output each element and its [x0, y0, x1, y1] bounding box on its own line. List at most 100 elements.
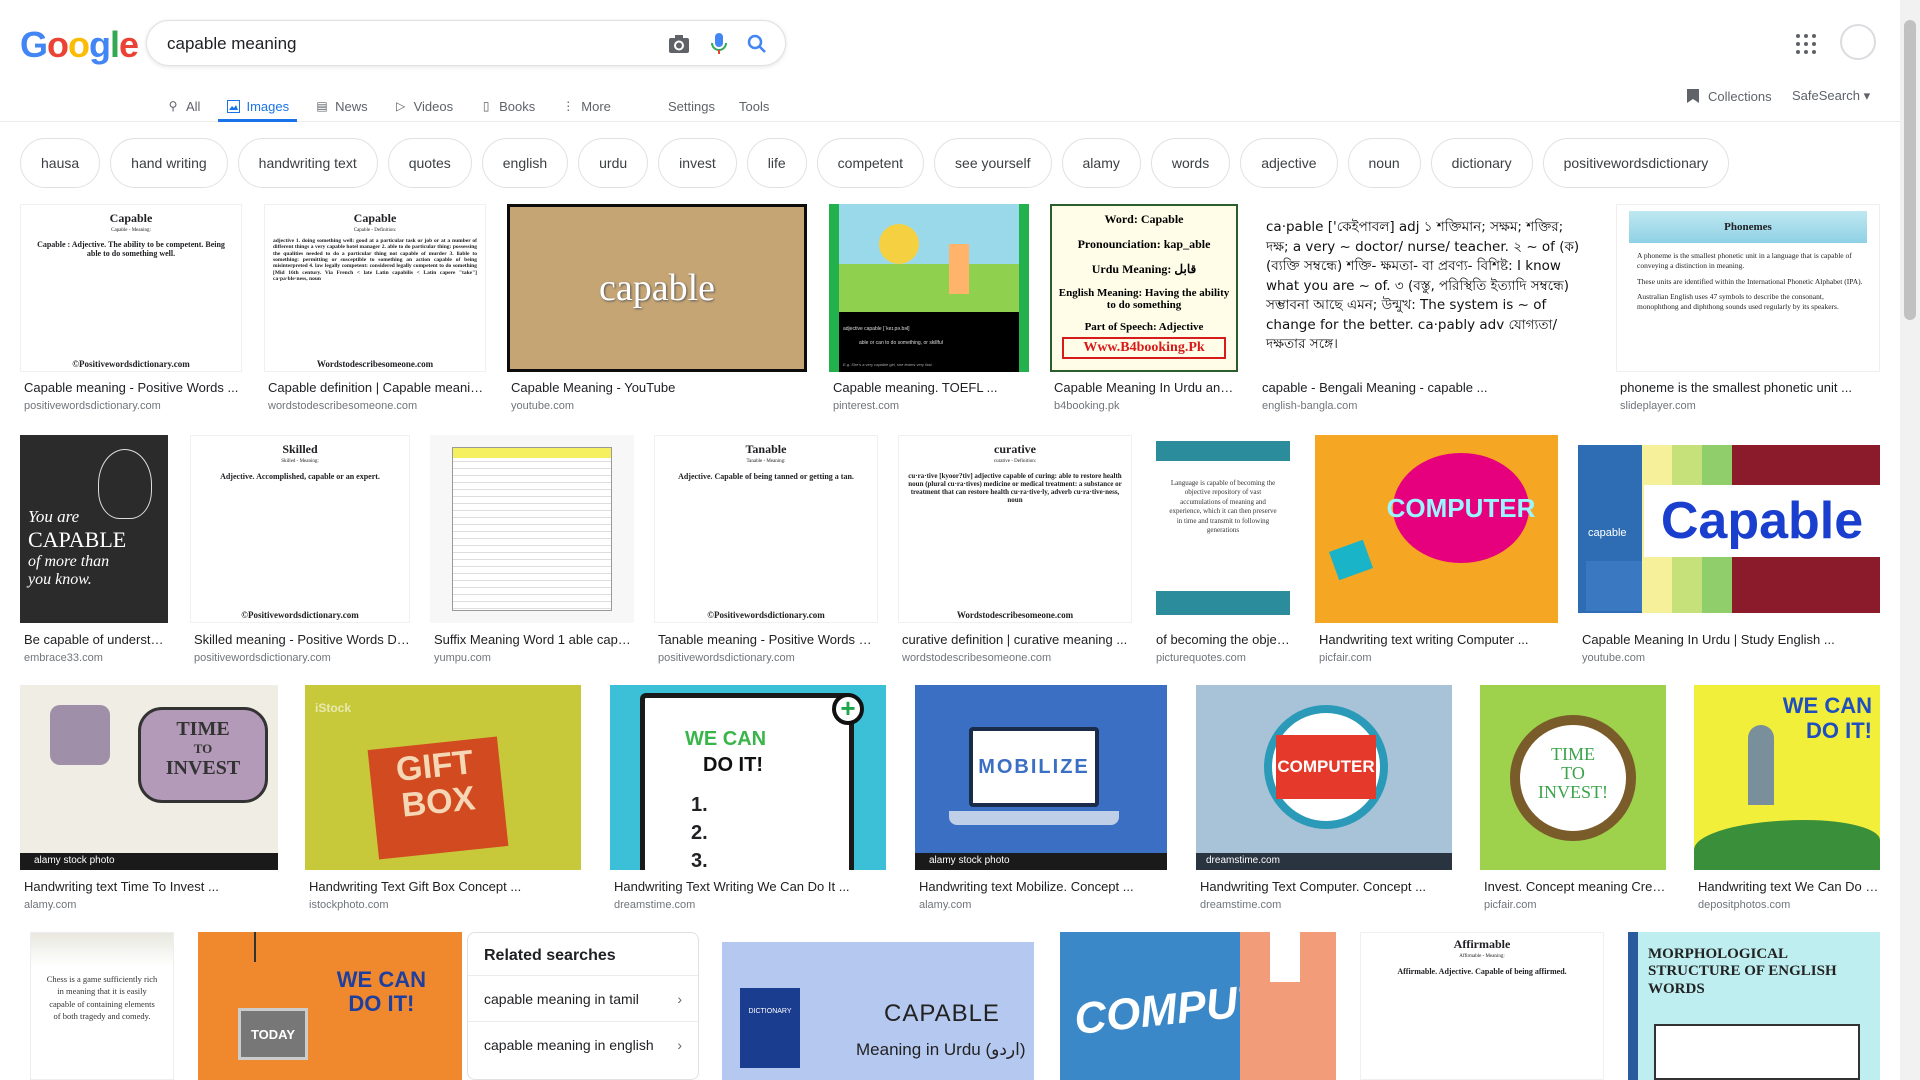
result-source: youtube.com — [511, 400, 574, 412]
image-result[interactable]: Word: Capable Pronounciation: kap_able U… — [1050, 204, 1238, 424]
thumb-footer: Wordstodescribesomeone.com — [956, 610, 1074, 620]
tab-more[interactable]: ⋮ More — [561, 90, 611, 122]
image-icon — [226, 99, 240, 113]
chip[interactable]: handwriting text — [237, 138, 378, 188]
thumb-line: able or can to do something, or skillful — [859, 340, 943, 346]
image-result[interactable]: adjective capable [ˈkeɪ.pə.bəl] able or … — [829, 204, 1029, 424]
result-source: picfair.com — [1319, 652, 1372, 664]
image-result[interactable]: WE CAN DO IT! TODAY — [198, 932, 462, 1080]
result-caption: Capable Meaning In Urdu and... — [1054, 380, 1238, 395]
tab-images[interactable]: Images — [218, 90, 297, 122]
tab-books[interactable]: ▯ Books — [479, 90, 535, 122]
chip[interactable]: see yourself — [934, 138, 1052, 188]
chip[interactable]: adjective — [1240, 138, 1338, 188]
image-result[interactable]: capable Capable Meaning - YouTube youtub… — [507, 204, 807, 424]
image-result[interactable]: curative curative - Definition: cu·ra·ti… — [898, 435, 1132, 665]
image-result[interactable]: Suffix Meaning Word 1 able capa... yumpu… — [430, 435, 634, 665]
image-result[interactable]: Skilled Skilled - Meaning: Adjective. Ac… — [190, 435, 410, 665]
image-result[interactable]: MOBILIZE alamy stock photo Handwriting t… — [915, 685, 1167, 915]
more-vert-icon: ⋮ — [562, 99, 575, 113]
tab-all[interactable]: ⚲ All — [166, 90, 201, 122]
book-icon: ▯ — [482, 99, 490, 113]
results-row: Capable Capable - Meaning: Capable : Adj… — [20, 204, 1880, 424]
collections-link[interactable]: Collections — [1686, 88, 1772, 104]
image-result[interactable]: Chess is a game sufficiently rich in mea… — [30, 932, 174, 1080]
image-result[interactable]: TIME TO INVEST! Invest. Concept meaning … — [1480, 685, 1666, 915]
chip[interactable]: life — [746, 138, 807, 188]
chevron-down-icon: ▾ — [1863, 88, 1871, 103]
settings-link[interactable]: Settings — [668, 90, 715, 122]
thumb-title: Capable — [109, 211, 153, 225]
image-result[interactable]: iStock GIFT BOX Handwriting Text Gift Bo… — [305, 685, 581, 915]
image-result[interactable]: DICTIONARY CAPABLE Meaning in Urdu (اردو… — [720, 932, 1060, 1080]
chip[interactable]: dictionary — [1430, 138, 1533, 188]
safesearch-dropdown[interactable]: SafeSearch ▾ — [1792, 88, 1870, 104]
scrollbar-thumb[interactable] — [1904, 20, 1916, 320]
search-input[interactable] — [167, 31, 627, 57]
speech-bubble: TIME TO INVEST — [138, 707, 268, 803]
image-result[interactable]: COMPUTER Handwriting text writing Comput… — [1315, 435, 1558, 665]
lamp-cord — [254, 932, 256, 962]
search-icon: ⚲ — [168, 99, 178, 113]
chip[interactable]: english — [481, 138, 569, 188]
result-thumbnail: Capable Capable - Meaning: Capable : Adj… — [20, 204, 242, 372]
result-caption: Capable meaning. TOEFL ... — [833, 380, 998, 395]
chip[interactable]: competent — [816, 138, 925, 188]
account-avatar[interactable] — [1840, 24, 1876, 60]
image-result[interactable]: ca·pable ['কেইপাবল] adj ১ শক্তিমান; সক্ষ… — [1258, 204, 1596, 424]
image-result[interactable]: Tanable Tanable - Meaning: Adjective. Ca… — [654, 435, 878, 665]
image-result[interactable]: COMPUTER dreamstime.com Handwriting Text… — [1196, 685, 1452, 915]
image-result[interactable]: Phonemes A phoneme is the smallest phone… — [1616, 204, 1880, 424]
related-search-item[interactable]: capable meaning in english › — [468, 1021, 698, 1067]
tab-news[interactable]: ▤ News — [315, 90, 367, 122]
tab-videos[interactable]: ▷ Videos — [394, 90, 453, 122]
results-row: TIME TO INVEST alamy stock photo Handwri… — [20, 685, 1880, 915]
rocket-icon — [1748, 725, 1774, 805]
image-result[interactable]: COMPUTER — [1060, 932, 1336, 1080]
thumb-line: WE CAN — [336, 967, 426, 992]
result-thumbnail: Language is capable of becoming the obje… — [1152, 435, 1294, 623]
result-thumbnail: iStock GIFT BOX — [305, 685, 581, 870]
chip[interactable]: quotes — [387, 138, 472, 188]
image-result[interactable]: Capable Capable - Definition: adjective … — [264, 204, 486, 424]
chip[interactable]: positivewordsdictionary — [1542, 138, 1730, 188]
thumb-footer: ©Positivewordsdictionary.com — [707, 610, 825, 620]
image-result[interactable]: WE CAN DO IT! Handwriting text We Can Do… — [1694, 685, 1880, 915]
thumb-line: DO IT! — [1806, 718, 1872, 744]
thumb-body: Adjective. Accomplished, capable or an e… — [220, 472, 380, 481]
header: Google ⚲ All Images ▤ News ▷ Videos ▯ Books … — [0, 0, 1900, 122]
tools-link[interactable]: Tools — [739, 90, 769, 122]
chip[interactable]: noun — [1347, 138, 1421, 188]
image-result[interactable]: Capable Capable - Meaning: Capable : Adj… — [20, 204, 242, 424]
image-result[interactable]: MORPHOLOGICAL STRUCTURE OF ENGLISH WORDS — [1628, 932, 1880, 1080]
microphone-icon[interactable] — [707, 32, 731, 56]
chip[interactable]: hand writing — [110, 138, 228, 188]
result-caption: Tanable meaning - Positive Words Di... — [658, 632, 878, 647]
image-result[interactable]: TIME TO INVEST alamy stock photo Handwri… — [20, 685, 278, 915]
result-thumbnail: Chess is a game sufficiently rich in mea… — [30, 932, 174, 1080]
chip[interactable]: hausa — [20, 138, 101, 188]
chip[interactable]: words — [1150, 138, 1231, 188]
result-thumbnail: COMPUTER — [1315, 435, 1558, 623]
image-result[interactable]: WE CAN DO IT! 1. 2. 3. + Handwriting Tex… — [610, 685, 886, 915]
result-thumbnail: WE CAN DO IT! TODAY — [198, 932, 462, 1080]
scrollbar[interactable] — [1900, 0, 1920, 1080]
image-result[interactable]: You are CAPABLE of more than you know. B… — [20, 435, 168, 665]
result-thumbnail: TIME TO INVEST alamy stock photo — [20, 685, 278, 870]
image-result[interactable]: Capable capable Capable Meaning In Urdu … — [1578, 435, 1880, 665]
video-icon: ▷ — [395, 99, 406, 113]
image-result[interactable]: Language is capable of becoming the obje… — [1152, 435, 1294, 665]
chip[interactable]: alamy — [1061, 138, 1141, 188]
thumb-word: CAPABLE — [884, 1000, 1000, 1027]
camera-icon[interactable] — [667, 32, 691, 56]
related-search-item[interactable]: capable meaning in tamil › — [468, 975, 698, 1021]
thumb-title: Affirmable — [1453, 937, 1511, 951]
search-icon[interactable] — [745, 32, 769, 56]
apps-grid-icon[interactable] — [1794, 32, 1818, 56]
related-search-label: capable meaning in tamil — [484, 990, 639, 1007]
result-thumbnail: You are CAPABLE of more than you know. — [20, 435, 168, 623]
chip[interactable]: invest — [658, 138, 737, 188]
google-logo[interactable]: Google — [20, 24, 139, 66]
chip[interactable]: urdu — [578, 138, 649, 188]
image-result[interactable]: Affirmable Affirmable - Meaning: Affirma… — [1360, 932, 1604, 1080]
